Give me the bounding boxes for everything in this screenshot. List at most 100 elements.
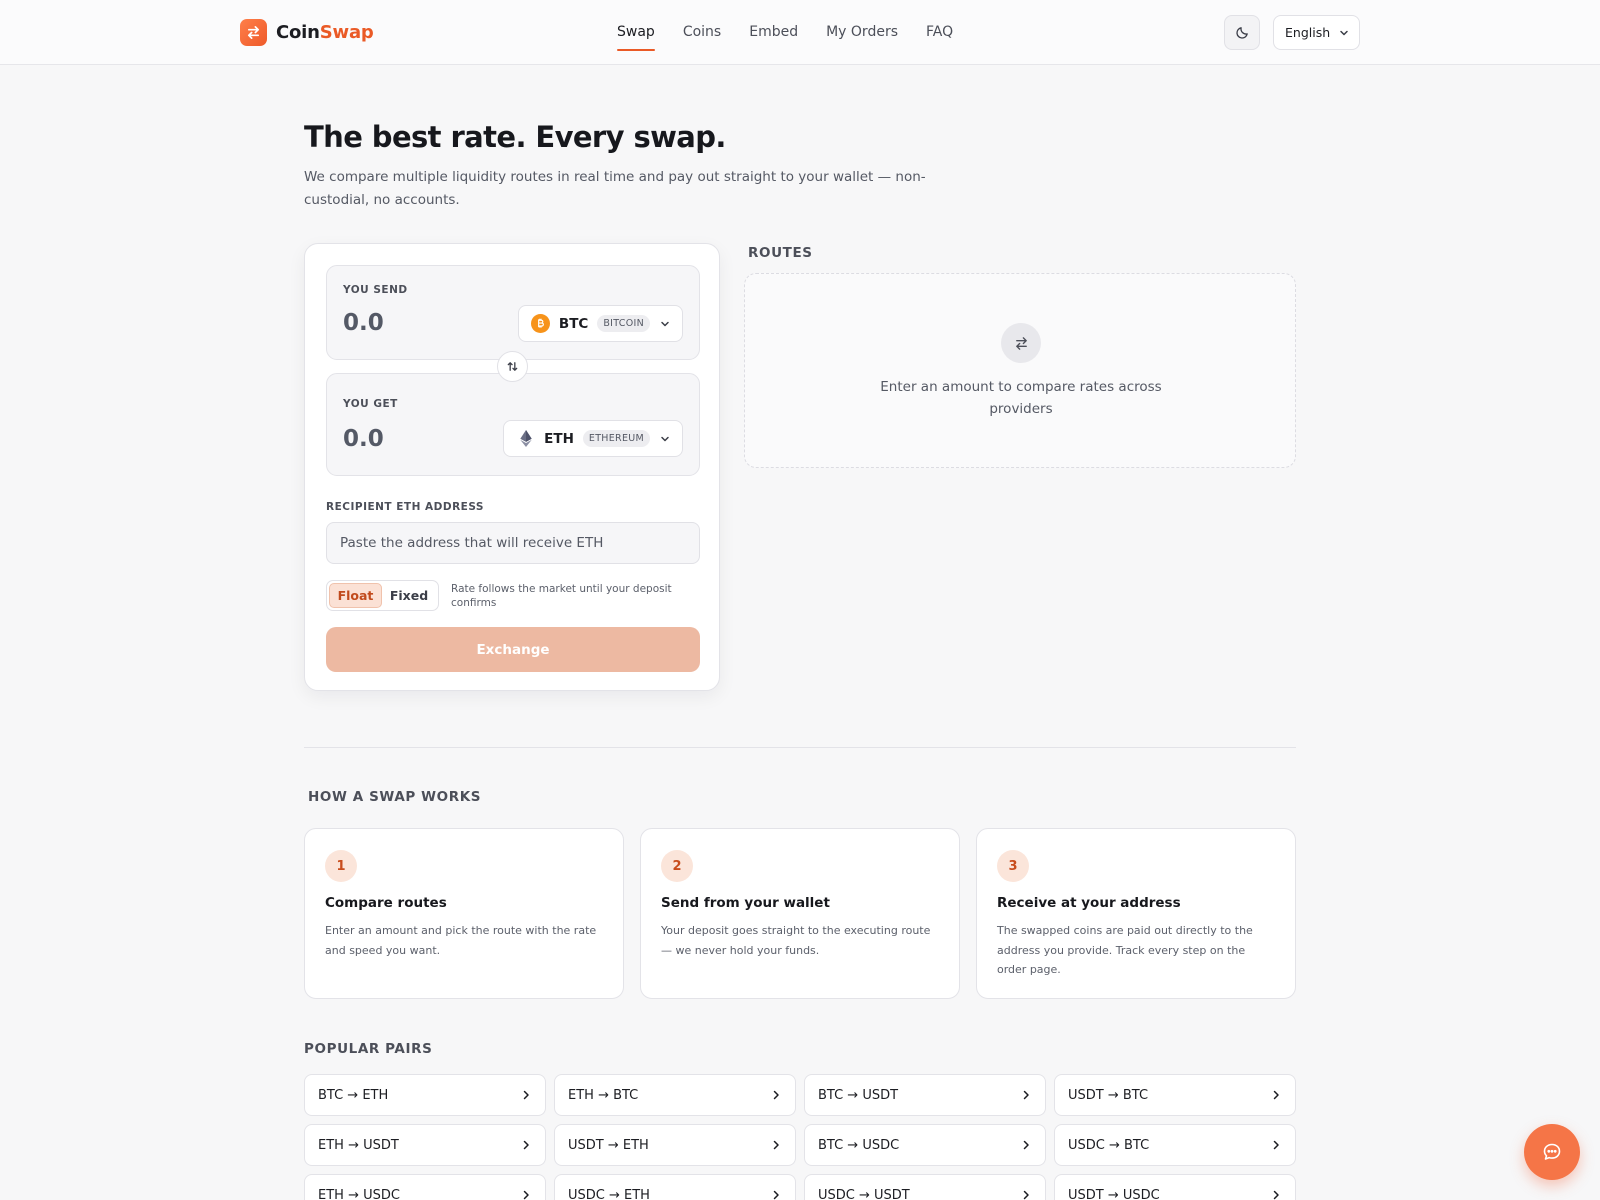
step-title: Receive at your address	[997, 895, 1181, 911]
swap-card: YOU SEND 0.0 BTC BITCOIN YOU GET 0.0 ETH…	[304, 243, 720, 691]
step-number: 2	[661, 850, 693, 882]
get-label: YOU GET	[343, 398, 398, 410]
send-label: YOU SEND	[343, 284, 408, 296]
chevron-down-icon	[660, 319, 670, 329]
step-card-1: 1 Compare routes Enter an amount and pic…	[304, 828, 624, 999]
chevron-right-icon	[773, 1090, 779, 1100]
get-amount-value: 0.0	[343, 426, 384, 452]
routes-heading: ROUTES	[748, 245, 813, 261]
brand-logo[interactable]: CoinSwap	[240, 19, 374, 46]
step-title: Send from your wallet	[661, 895, 830, 911]
pair-label: ETH → USDC	[318, 1187, 400, 1200]
pair-link[interactable]: BTC → USDC	[804, 1124, 1046, 1166]
step-number: 1	[325, 850, 357, 882]
pair-label: USDC → USDT	[818, 1187, 910, 1200]
get-coin-ticker: ETH	[544, 430, 574, 447]
pair-label: USDC → ETH	[568, 1187, 650, 1200]
get-coin-network-badge: ETHEREUM	[582, 430, 650, 447]
chevron-right-icon	[523, 1140, 529, 1150]
chevron-right-icon	[1273, 1190, 1279, 1200]
pair-label: ETH → USDT	[318, 1137, 399, 1153]
page-subtitle: We compare multiple liquidity routes in …	[304, 169, 926, 208]
chat-icon	[1543, 1143, 1561, 1160]
pair-label: USDT → USDC	[1068, 1187, 1160, 1200]
send-amount-box: YOU SEND 0.0 BTC BITCOIN	[326, 265, 700, 360]
chevron-right-icon	[773, 1140, 779, 1150]
chevron-right-icon	[1023, 1190, 1029, 1200]
rate-note: Rate follows the market until your depos…	[451, 583, 672, 609]
step-number: 3	[997, 850, 1029, 882]
step-description: The swapped coins are paid out directly …	[997, 924, 1253, 976]
recipient-address-input[interactable]	[326, 522, 700, 564]
chevron-right-icon	[1273, 1140, 1279, 1150]
nav-swap[interactable]: Swap	[617, 0, 655, 64]
get-coin-select[interactable]: ETH ETHEREUM	[503, 420, 683, 457]
chat-button[interactable]	[1524, 1124, 1580, 1180]
pair-link[interactable]: ETH → BTC	[554, 1074, 796, 1116]
brand-name-part1: Coin	[276, 22, 320, 43]
send-amount-input[interactable]: 0.0	[343, 310, 384, 336]
pair-label: BTC → USDC	[818, 1137, 900, 1153]
routes-empty-state: Enter an amount to compare rates across …	[744, 273, 1296, 468]
main-nav: Swap Coins Embed My Orders FAQ	[617, 0, 953, 64]
chevron-right-icon	[1273, 1090, 1279, 1100]
pair-label: USDC → BTC	[1068, 1137, 1150, 1153]
pair-label: USDT → BTC	[1068, 1087, 1149, 1103]
language-select[interactable]: English	[1273, 15, 1360, 50]
routes-empty-message: Enter an amount to compare rates across …	[880, 379, 1162, 417]
pair-link[interactable]: USDT → ETH	[554, 1124, 796, 1166]
swap-logo-icon	[240, 19, 267, 46]
chevron-right-icon	[523, 1190, 529, 1200]
get-amount-box: YOU GET 0.0 ETH ETHEREUM	[326, 373, 700, 476]
pair-link[interactable]: ETH → USDT	[304, 1124, 546, 1166]
pair-link[interactable]: USDT → USDC	[1054, 1174, 1296, 1200]
rate-type-toggle: Float Fixed	[326, 580, 439, 611]
recipient-address-label: RECIPIENT ETH ADDRESS	[326, 501, 484, 513]
bitcoin-icon	[530, 314, 550, 333]
step-card-3: 3 Receive at your address The swapped co…	[976, 828, 1296, 999]
pair-label: BTC → ETH	[318, 1087, 389, 1103]
pair-link[interactable]: USDC → ETH	[554, 1174, 796, 1200]
theme-toggle-button[interactable]	[1224, 15, 1260, 50]
page-title: The best rate. Every swap.	[304, 120, 726, 154]
swap-arrows-icon	[507, 362, 518, 371]
pair-label: ETH → BTC	[568, 1087, 639, 1103]
swap-arrows-icon	[1001, 323, 1041, 363]
step-description: Enter an amount and pick the route with …	[325, 924, 597, 957]
rate-float-option[interactable]: Float	[329, 583, 382, 608]
pair-link[interactable]: BTC → ETH	[304, 1074, 546, 1116]
step-description: Your deposit goes straight to the execut…	[661, 924, 931, 957]
pair-link[interactable]: USDC → USDT	[804, 1174, 1046, 1200]
nav-embed[interactable]: Embed	[749, 0, 798, 64]
language-value: English	[1285, 25, 1331, 40]
send-coin-ticker: BTC	[558, 315, 589, 332]
how-it-works-heading: HOW A SWAP WORKS	[308, 789, 482, 805]
ethereum-icon	[516, 429, 535, 448]
brand-name-part2: Swap	[319, 22, 374, 43]
chevron-right-icon	[1023, 1090, 1029, 1100]
chevron-right-icon	[773, 1190, 779, 1200]
top-header: CoinSwap Swap Coins Embed My Orders FAQ …	[0, 0, 1600, 65]
chevron-right-icon	[523, 1090, 529, 1100]
nav-my-orders[interactable]: My Orders	[826, 0, 898, 64]
nav-coins[interactable]: Coins	[683, 0, 721, 64]
rate-fixed-option[interactable]: Fixed	[382, 583, 436, 608]
section-divider	[304, 747, 1296, 748]
nav-faq[interactable]: FAQ	[926, 0, 953, 64]
pair-label: BTC → USDT	[818, 1087, 899, 1103]
exchange-button[interactable]: Exchange	[326, 627, 700, 672]
brand-name: CoinSwap	[276, 22, 374, 43]
pair-link[interactable]: BTC → USDT	[804, 1074, 1046, 1116]
step-card-2: 2 Send from your wallet Your deposit goe…	[640, 828, 960, 999]
pair-link[interactable]: USDT → BTC	[1054, 1074, 1296, 1116]
chevron-down-icon	[1340, 30, 1348, 36]
pair-link[interactable]: USDC → BTC	[1054, 1124, 1296, 1166]
chevron-down-icon	[660, 434, 670, 444]
pair-label: USDT → ETH	[568, 1137, 649, 1153]
pair-link[interactable]: ETH → USDC	[304, 1174, 546, 1200]
popular-pairs-heading: POPULAR PAIRS	[304, 1041, 433, 1057]
step-title: Compare routes	[325, 895, 447, 911]
send-coin-network-badge: BITCOIN	[597, 315, 650, 332]
send-coin-select[interactable]: BTC BITCOIN	[517, 305, 683, 342]
swap-direction-button[interactable]	[497, 351, 528, 382]
